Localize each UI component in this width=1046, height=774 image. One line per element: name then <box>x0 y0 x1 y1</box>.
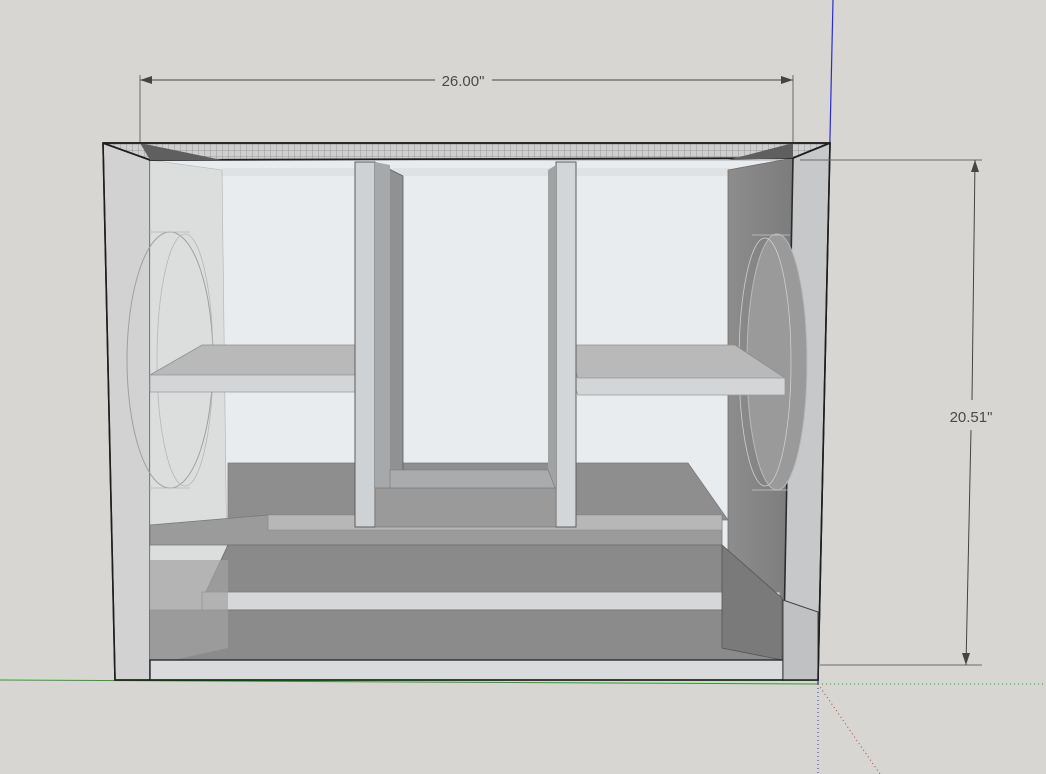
left-wall-outer <box>102 141 151 681</box>
model-canvas[interactable]: 26.00" 20.51" <box>0 0 1046 774</box>
center-bottom-step <box>374 487 557 528</box>
height-dimension-label: 20.51" <box>950 409 993 426</box>
right-foot-block <box>782 599 819 681</box>
bottom-panel-front <box>149 659 784 681</box>
bottom-shelf-lip <box>201 591 781 611</box>
bottom-floor <box>149 609 783 661</box>
width-dimension-label: 26.00" <box>442 73 485 90</box>
sketchup-3d-viewport[interactable]: 26.00" 20.51" <box>0 0 1046 774</box>
bottom-floor-left-shade <box>150 560 228 665</box>
red-axis-dotted <box>817 683 881 774</box>
top-panel <box>102 142 831 161</box>
center-floor-base <box>389 469 557 491</box>
width-dimension[interactable]: 26.00" <box>139 73 794 142</box>
speaker-box-model[interactable] <box>102 141 831 681</box>
center-divider-right <box>548 161 577 528</box>
height-dimension[interactable]: 20.51" <box>800 159 993 666</box>
inner-top-band <box>222 168 730 176</box>
